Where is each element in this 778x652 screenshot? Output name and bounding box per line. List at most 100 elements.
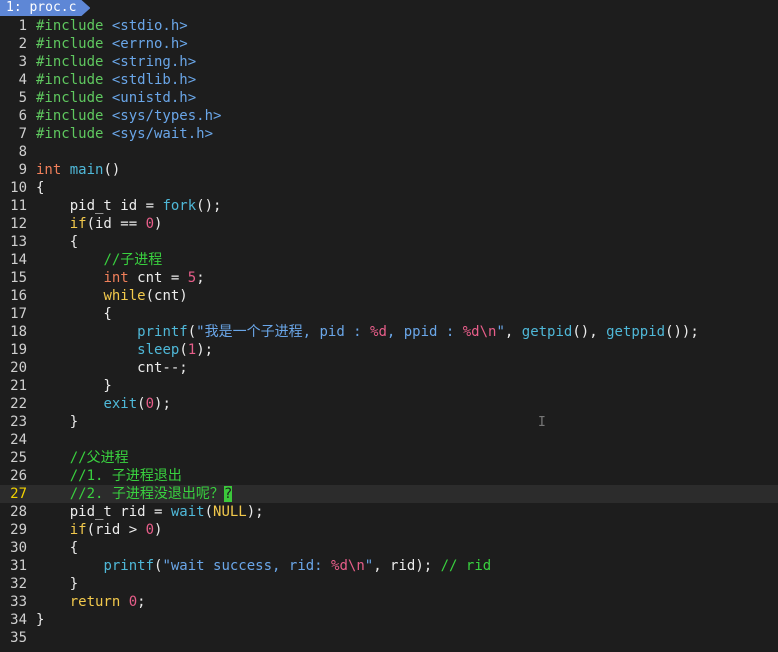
code-text[interactable]: printf("我是一个子进程, pid : %d, ppid : %d\n",… [36, 323, 699, 341]
code-line[interactable]: 2 #include <errno.h> [0, 35, 778, 53]
code-line[interactable]: 11 pid_t id = fork(); [0, 197, 778, 215]
code-token: } [36, 576, 79, 592]
code-token: int [103, 270, 129, 286]
code-token: //父进程 [69, 450, 129, 466]
code-text[interactable]: #include <sys/wait.h> [36, 125, 213, 143]
code-line[interactable]: 15 int cnt = 5; [0, 269, 778, 287]
code-token: " [496, 324, 505, 340]
line-number: 24 [10, 432, 27, 448]
code-text[interactable]: { [36, 539, 78, 557]
code-token: NULL [213, 504, 247, 520]
code-line[interactable]: 9 int main() [0, 161, 778, 179]
code-line[interactable]: 14 //子进程 [0, 251, 778, 269]
code-text[interactable]: #include <string.h> [36, 53, 196, 71]
code-editor[interactable]: 1 #include <stdio.h> 2 #include <errno.h> 3 #… [0, 17, 778, 647]
code-text[interactable]: { [36, 179, 44, 197]
code-text[interactable]: } [36, 413, 78, 431]
code-text[interactable]: //2. 子进程没退出呢？? [36, 485, 233, 503]
code-text[interactable]: if(rid > 0) [36, 521, 163, 539]
code-line[interactable]: 20 cnt--; [0, 359, 778, 377]
code-line[interactable]: 6 #include <sys/types.h> [0, 107, 778, 125]
code-token: ; [137, 594, 146, 610]
code-token: ( [137, 396, 146, 412]
code-text[interactable]: while(cnt) [36, 287, 188, 305]
code-text[interactable]: #include <stdlib.h> [36, 71, 196, 89]
code-text[interactable]: printf("wait success, rid: %d\n", rid); … [36, 557, 491, 575]
code-line[interactable]: 34} [0, 611, 778, 629]
code-token: <errno.h> [111, 36, 188, 52]
code-line[interactable]: 8 [0, 143, 778, 161]
code-text[interactable]: int main() [36, 161, 120, 179]
code-line[interactable]: 32 } [0, 575, 778, 593]
code-line[interactable]: 19 sleep(1); [0, 341, 778, 359]
code-token: sleep [137, 342, 180, 358]
line-number: 10 [10, 180, 27, 196]
code-line[interactable]: 24 [0, 431, 778, 449]
code-text[interactable]: #include <unistd.h> [36, 89, 196, 107]
code-text[interactable]: #include <errno.h> [36, 35, 188, 53]
code-line[interactable]: 35 [0, 629, 778, 647]
code-token: (cnt) [145, 288, 188, 304]
code-text[interactable]: pid_t id = fork(); [36, 197, 222, 215]
line-number: 13 [10, 234, 27, 250]
code-line-current[interactable]: 27 //2. 子进程没退出呢？? [0, 485, 778, 503]
line-number: 20 [10, 360, 27, 376]
code-text[interactable]: //1. 子进程退出 [36, 467, 182, 485]
code-text[interactable]: sleep(1); [36, 341, 213, 359]
code-line[interactable]: 3 #include <string.h> [0, 53, 778, 71]
code-line[interactable]: 5 #include <unistd.h> [0, 89, 778, 107]
code-line[interactable]: 13 { [0, 233, 778, 251]
code-text[interactable]: } [36, 575, 78, 593]
code-token: //子进程 [103, 252, 163, 268]
code-text[interactable]: } [36, 377, 111, 395]
code-text[interactable]: { [36, 305, 111, 323]
line-number: 16 [10, 288, 27, 304]
code-text[interactable]: #include <sys/types.h> [36, 107, 221, 125]
code-text[interactable]: return 0; [36, 593, 146, 611]
code-text[interactable]: cnt--; [36, 359, 188, 377]
code-line[interactable]: 25 //父进程 [0, 449, 778, 467]
code-text[interactable]: #include <stdio.h> [36, 17, 188, 35]
code-token: " [364, 558, 374, 574]
code-token: ( [187, 324, 197, 340]
code-token: 1 [187, 342, 197, 358]
code-line[interactable]: 30 { [0, 539, 778, 557]
code-line[interactable]: 28 pid_t rid = wait(NULL); [0, 503, 778, 521]
code-line[interactable]: 7 #include <sys/wait.h> [0, 125, 778, 143]
code-token: int [36, 162, 62, 178]
code-text[interactable]: //子进程 [36, 251, 162, 269]
code-text[interactable]: pid_t rid = wait(NULL); [36, 503, 264, 521]
line-number: 15 [10, 270, 27, 286]
code-token: #include [36, 126, 112, 142]
code-line[interactable]: 1 #include <stdio.h> [0, 17, 778, 35]
line-number: 28 [10, 504, 27, 520]
code-line[interactable]: 26 //1. 子进程退出 [0, 467, 778, 485]
code-token: %d\n [331, 558, 365, 574]
code-token: ()); [665, 324, 699, 340]
line-number: 21 [10, 378, 27, 394]
code-text[interactable]: if(id == 0) [36, 215, 163, 233]
code-line[interactable]: 18 printf("我是一个子进程, pid : %d, ppid : %d\… [0, 323, 778, 341]
code-line[interactable]: 10 { [0, 179, 778, 197]
code-line[interactable]: 17 { [0, 305, 778, 323]
code-line[interactable]: 12 if(id == 0) [0, 215, 778, 233]
code-line[interactable]: 33 return 0; [0, 593, 778, 611]
line-number: 8 [18, 144, 27, 160]
code-token: cnt = [128, 270, 188, 286]
code-line[interactable]: 21 } [0, 377, 778, 395]
code-line[interactable]: 31 printf("wait success, rid: %d\n", rid… [0, 557, 778, 575]
code-text[interactable]: int cnt = 5; [36, 269, 204, 287]
code-text[interactable]: //父进程 [36, 449, 129, 467]
code-line[interactable]: 22 exit(0); [0, 395, 778, 413]
code-text[interactable]: exit(0); [36, 395, 170, 413]
code-line[interactable]: 23 } [0, 413, 778, 431]
code-token: ) [154, 522, 163, 538]
code-line[interactable]: 16 while(cnt) [0, 287, 778, 305]
code-text[interactable]: { [36, 233, 78, 251]
code-line[interactable]: 29 if(rid > 0) [0, 521, 778, 539]
code-text[interactable]: } [36, 611, 44, 629]
tab-proc-c[interactable]: 1: proc.c [0, 0, 90, 16]
code-line[interactable]: 4 #include <stdlib.h> [0, 71, 778, 89]
